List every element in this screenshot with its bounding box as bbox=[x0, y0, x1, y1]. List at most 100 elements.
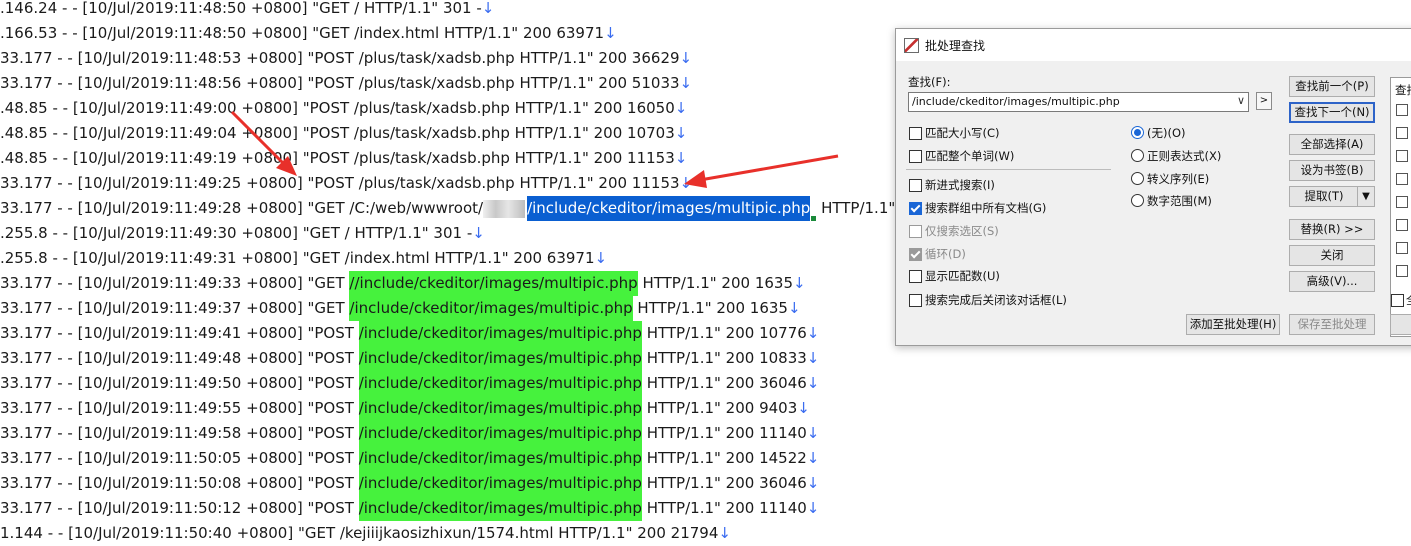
show-count-checkbox[interactable] bbox=[909, 270, 922, 283]
dialog-app-icon bbox=[904, 38, 919, 53]
batch-item-checkbox[interactable] bbox=[1396, 150, 1408, 162]
log-line[interactable]: .48.85 - - [10/Jul/2019:11:49:00 +0800] … bbox=[0, 96, 687, 121]
find-prev-button[interactable]: 查找前一个(P) bbox=[1289, 76, 1375, 97]
close-button[interactable]: 关闭 bbox=[1289, 245, 1375, 266]
dialog-title: 批处理查找 bbox=[925, 39, 986, 53]
find-history-button[interactable]: > bbox=[1256, 92, 1272, 110]
log-line[interactable]: 33.177 - - [10/Jul/2019:11:49:55 +0800] … bbox=[0, 396, 810, 421]
line-ending-icon: ↓ bbox=[594, 249, 608, 267]
log-text: HTTP/1.1" bbox=[816, 199, 896, 217]
log-text: 33.177 - - [10/Jul/2019:11:49:25 +0800] … bbox=[0, 174, 680, 192]
search-match-highlight: /include/ckeditor/images/multipic.php bbox=[358, 396, 642, 421]
log-line[interactable]: 33.177 - - [10/Jul/2019:11:49:28 +0800] … bbox=[0, 196, 895, 221]
close-after-checkbox[interactable] bbox=[909, 294, 922, 307]
extract-dropdown-icon[interactable]: ▼ bbox=[1357, 187, 1374, 206]
incremental-checkbox[interactable] bbox=[909, 179, 922, 192]
match-case-checkbox[interactable] bbox=[909, 127, 922, 140]
advanced-button[interactable]: 高级(V)... bbox=[1289, 271, 1375, 292]
search-match-highlight: /include/ckeditor/images/multipic.php bbox=[349, 296, 633, 321]
selected-text: /include/ckeditor/images/multipic.php bbox=[527, 196, 811, 221]
batch-partial-button[interactable] bbox=[1390, 314, 1411, 335]
log-line[interactable]: 33.177 - - [10/Jul/2019:11:49:41 +0800] … bbox=[0, 321, 819, 346]
search-match-highlight: /include/ckeditor/images/multipic.php bbox=[358, 371, 642, 396]
log-line[interactable]: .255.8 - - [10/Jul/2019:11:49:31 +0800] … bbox=[0, 246, 607, 271]
line-ending-icon: ↓ bbox=[793, 274, 806, 292]
batch-item-checkbox[interactable] bbox=[1396, 219, 1408, 231]
batch-select-all-label: 全 bbox=[1406, 292, 1411, 308]
extract-button[interactable]: 提取(T) ▼ bbox=[1289, 186, 1375, 207]
log-text: 33.177 - - [10/Jul/2019:11:49:37 +0800] … bbox=[0, 299, 350, 317]
whole-word-checkbox[interactable] bbox=[909, 150, 922, 163]
find-next-button[interactable]: 查找下一个(N) bbox=[1289, 102, 1375, 123]
batch-select-all-checkbox[interactable] bbox=[1391, 294, 1404, 307]
mode-numeric-radio[interactable] bbox=[1131, 194, 1144, 207]
log-line[interactable]: 33.177 - - [10/Jul/2019:11:49:37 +0800] … bbox=[0, 296, 801, 321]
log-line[interactable]: 33.177 - - [10/Jul/2019:11:50:05 +0800] … bbox=[0, 446, 819, 471]
batch-item-checkbox[interactable] bbox=[1396, 242, 1408, 254]
line-ending-icon: ↓ bbox=[806, 374, 820, 392]
log-line[interactable]: 33.177 - - [10/Jul/2019:11:49:48 +0800] … bbox=[0, 346, 819, 371]
log-text: 33.177 - - [10/Jul/2019:11:49:41 +0800] … bbox=[0, 324, 359, 342]
log-text: 33.177 - - [10/Jul/2019:11:50:08 +0800] … bbox=[0, 474, 359, 492]
wrap-label: 循环(D) bbox=[925, 247, 966, 261]
select-all-button[interactable]: 全部选择(A) bbox=[1289, 134, 1375, 155]
log-line[interactable]: .146.24 - - [10/Jul/2019:11:48:50 +0800]… bbox=[0, 0, 494, 21]
log-text: 33.177 - - [10/Jul/2019:11:49:33 +0800] … bbox=[0, 274, 350, 292]
log-line[interactable]: .166.53 - - [10/Jul/2019:11:48:50 +0800]… bbox=[0, 21, 617, 46]
log-line[interactable]: 33.177 - - [10/Jul/2019:11:48:53 +0800] … bbox=[0, 46, 692, 71]
batch-find-dialog: 批处理查找 查找(F): /include/ckeditor/images/mu… bbox=[895, 28, 1411, 346]
batch-item-checkbox[interactable] bbox=[1396, 127, 1408, 139]
log-line[interactable]: .255.8 - - [10/Jul/2019:11:49:30 +0800] … bbox=[0, 221, 485, 246]
line-ending-icon: ↓ bbox=[679, 174, 693, 192]
log-text: 33.177 - - [10/Jul/2019:11:49:55 +0800] … bbox=[0, 399, 359, 417]
selection-only-label: 仅搜索选区(S) bbox=[925, 224, 999, 238]
selection-only-checkbox bbox=[909, 225, 922, 238]
find-label: 查找(F): bbox=[908, 75, 951, 89]
log-line[interactable]: 33.177 - - [10/Jul/2019:11:49:50 +0800] … bbox=[0, 371, 819, 396]
log-text: HTTP/1.1" 200 10833 bbox=[641, 349, 807, 367]
log-text: 33.177 - - [10/Jul/2019:11:48:53 +0800] … bbox=[0, 49, 680, 67]
save-to-batch-button: 保存至批处理 bbox=[1289, 314, 1375, 335]
find-input[interactable]: /include/ckeditor/images/multipic.php ∨ bbox=[908, 92, 1249, 112]
search-match-highlight: /include/ckeditor/images/multipic.php bbox=[358, 346, 642, 371]
log-text: 33.177 - - [10/Jul/2019:11:49:58 +0800] … bbox=[0, 424, 359, 442]
batch-item-checkbox[interactable] bbox=[1396, 265, 1408, 277]
all-docs-label: 搜索群组中所有文档(G) bbox=[925, 201, 1047, 215]
log-line[interactable]: 33.177 - - [10/Jul/2019:11:49:58 +0800] … bbox=[0, 421, 819, 446]
close-after-label: 搜索完成后关闭该对话框(L) bbox=[925, 293, 1067, 307]
chevron-down-icon[interactable]: ∨ bbox=[1237, 94, 1245, 107]
line-ending-icon: ↓ bbox=[679, 49, 693, 67]
line-ending-icon: ↓ bbox=[481, 0, 495, 17]
bookmark-button[interactable]: 设为书签(B) bbox=[1289, 160, 1375, 181]
batch-item-checkbox[interactable] bbox=[1396, 196, 1408, 208]
log-line[interactable]: 33.177 - - [10/Jul/2019:11:49:33 +0800] … bbox=[0, 271, 806, 296]
log-line[interactable]: 33.177 - - [10/Jul/2019:11:48:56 +0800] … bbox=[0, 71, 692, 96]
log-text: .48.85 - - [10/Jul/2019:11:49:04 +0800] … bbox=[0, 124, 675, 142]
log-line[interactable]: .48.85 - - [10/Jul/2019:11:49:04 +0800] … bbox=[0, 121, 687, 146]
log-line[interactable]: .48.85 - - [10/Jul/2019:11:49:19 +0800] … bbox=[0, 146, 687, 171]
line-ending-icon: ↓ bbox=[472, 224, 485, 242]
batch-item-checkbox[interactable] bbox=[1396, 173, 1408, 185]
mode-escape-label: 转义序列(E) bbox=[1147, 172, 1210, 186]
log-line[interactable]: 33.177 - - [10/Jul/2019:11:50:08 +0800] … bbox=[0, 471, 819, 496]
all-docs-checkbox[interactable] bbox=[909, 202, 922, 215]
log-text: HTTP/1.1" 200 14522 bbox=[641, 449, 807, 467]
extract-button-label: 提取(T) bbox=[1304, 189, 1344, 203]
log-line[interactable]: 33.177 - - [10/Jul/2019:11:50:12 +0800] … bbox=[0, 496, 819, 521]
mode-regex-radio[interactable] bbox=[1131, 149, 1144, 162]
search-match-highlight: /include/ckeditor/images/multipic.php bbox=[358, 446, 642, 471]
log-line[interactable]: 33.177 - - [10/Jul/2019:11:49:25 +0800] … bbox=[0, 171, 692, 196]
batch-item-checkbox[interactable] bbox=[1396, 104, 1408, 116]
mode-regex-label: 正则表达式(X) bbox=[1147, 149, 1222, 163]
log-text: HTTP/1.1" 200 1635 bbox=[637, 274, 794, 292]
dialog-titlebar[interactable]: 批处理查找 bbox=[896, 29, 1411, 61]
line-ending-icon: ↓ bbox=[604, 24, 617, 42]
log-text: .255.8 - - [10/Jul/2019:11:49:30 +0800] … bbox=[0, 224, 473, 242]
search-match-highlight: //include/ckeditor/images/multipic.php bbox=[349, 271, 638, 296]
mode-none-radio[interactable] bbox=[1131, 126, 1144, 139]
replace-button[interactable]: 替换(R) >> bbox=[1289, 219, 1375, 240]
log-text: HTTP/1.1" 200 11140 bbox=[641, 424, 807, 442]
mode-escape-radio[interactable] bbox=[1131, 172, 1144, 185]
log-line[interactable]: 1.144 - - [10/Jul/2019:11:50:40 +0800] "… bbox=[0, 521, 731, 546]
add-to-batch-button[interactable]: 添加至批处理(H) bbox=[1186, 314, 1280, 335]
